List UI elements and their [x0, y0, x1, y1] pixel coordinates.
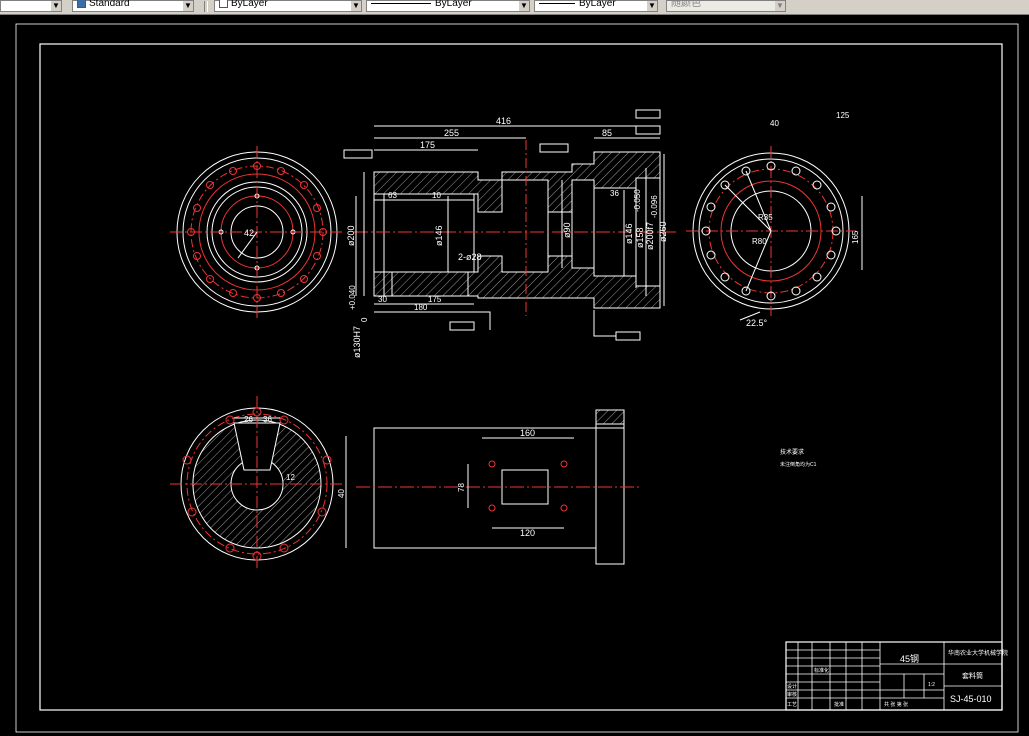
dim-label: 416: [496, 116, 511, 126]
school-label: 华南农业大学机械学院: [948, 649, 1008, 657]
sheet-label: 共 张 第 张: [884, 701, 908, 708]
dim-label: 2-ø28: [458, 252, 482, 262]
dim-label: ø130H7: [352, 326, 362, 358]
properties-toolbar: ▼ Standard ▼ ByLayer ▼ ByLayer ▼ ByLayer…: [0, 0, 1029, 15]
dim-label: ø200f7: [645, 222, 655, 250]
right-end-view[interactable]: [686, 146, 863, 321]
dim-label: 30: [378, 295, 387, 304]
lineweight-preview-icon: [539, 2, 575, 4]
dim-label: 22.5°: [746, 318, 768, 328]
side-view[interactable]: [356, 409, 640, 565]
text-style-icon: [77, 0, 86, 8]
linetype-dropdown[interactable]: ByLayer ▼: [366, 0, 530, 12]
dim-label: R80: [752, 237, 767, 246]
approve-label: 批准: [834, 701, 844, 708]
toolbar-separator: [204, 1, 208, 12]
dim-label: 85: [602, 128, 612, 138]
text-style-value: Standard: [89, 0, 130, 10]
dim-label: 40: [337, 489, 346, 498]
dim-label: ø260: [658, 221, 668, 242]
dim-label: 165: [851, 230, 860, 244]
dim-label: 160: [520, 428, 535, 438]
technical-notes: 技术要求 未注倒角均为C1: [780, 448, 817, 468]
dim-label: 40: [770, 119, 779, 128]
notes-title: 技术要求: [780, 448, 804, 456]
dim-label: 63: [388, 191, 397, 200]
chevron-down-icon[interactable]: ▼: [183, 1, 193, 11]
plot-color-value: 随颜色: [671, 0, 701, 9]
text-style-dropdown[interactable]: Standard ▼: [72, 0, 194, 12]
designer-label: 设计: [787, 683, 797, 690]
dim-label: 36: [610, 189, 619, 198]
dim-label: 42: [244, 228, 254, 238]
linetype-preview-icon: [371, 2, 431, 4]
dim-label: +0.040: [348, 285, 357, 310]
linetype-scale-dropdown[interactable]: ▼: [0, 0, 62, 12]
lineweight-value: ByLayer: [579, 0, 616, 9]
dim-label: 10: [432, 191, 441, 200]
dim-label: R35: [758, 213, 773, 222]
sheet-outer-border: [15, 23, 1019, 733]
chevron-down-icon[interactable]: ▼: [519, 1, 529, 11]
cross-section-view[interactable]: [170, 396, 347, 570]
dim-label: -0.096: [650, 195, 659, 218]
color-swatch-icon: [219, 0, 228, 8]
linetype-value: ByLayer: [435, 0, 472, 9]
part-name-label: 套料筒: [962, 671, 983, 680]
dim-label: ø146: [434, 225, 444, 246]
dim-label: 175: [420, 140, 435, 150]
dim-label: ø200: [346, 225, 356, 246]
left-end-view[interactable]: [170, 146, 344, 318]
dim-label: 175: [428, 295, 442, 304]
process-label: 工艺: [787, 702, 797, 708]
chevron-down-icon[interactable]: ▼: [51, 1, 61, 11]
dim-label: 12: [286, 473, 295, 482]
chevron-down-icon[interactable]: ▼: [351, 1, 361, 11]
standard-label: 标准化: [814, 667, 829, 674]
layer-value: ByLayer: [231, 0, 268, 10]
lineweight-dropdown[interactable]: ByLayer ▼: [534, 0, 658, 12]
notes-line: 未注倒角均为C1: [780, 461, 817, 468]
dim-label: -0.050: [633, 189, 642, 212]
dim-label: ø90: [562, 222, 572, 238]
dim-label: 120: [520, 528, 535, 538]
dim-label: 78: [457, 483, 466, 492]
material-label: 45钢: [900, 653, 919, 664]
dim-label: 0: [360, 317, 369, 322]
chevron-down-icon[interactable]: ▼: [775, 1, 785, 11]
plot-color-dropdown[interactable]: 随颜色 ▼: [666, 0, 786, 12]
dim-label: 255: [444, 128, 459, 138]
sheet-inner-border: [39, 43, 1003, 711]
dim-label: 125: [836, 111, 850, 120]
dim-label: 26: [244, 415, 253, 424]
drawing-canvas[interactable]: 42 416 255 175 85 36 63 10 30 180 175 2-…: [0, 14, 1029, 736]
scale-label: 1:2: [928, 682, 935, 688]
drawing-number-label: SJ-45-010: [950, 694, 992, 704]
dim-label: 180: [414, 303, 428, 312]
dim-label: 36: [263, 415, 272, 424]
dim-label: ø158: [635, 227, 645, 248]
chevron-down-icon[interactable]: ▼: [647, 1, 657, 11]
layer-dropdown[interactable]: ByLayer ▼: [214, 0, 362, 12]
dim-label: ø146: [624, 223, 634, 244]
checker-label: 审核: [787, 691, 797, 698]
